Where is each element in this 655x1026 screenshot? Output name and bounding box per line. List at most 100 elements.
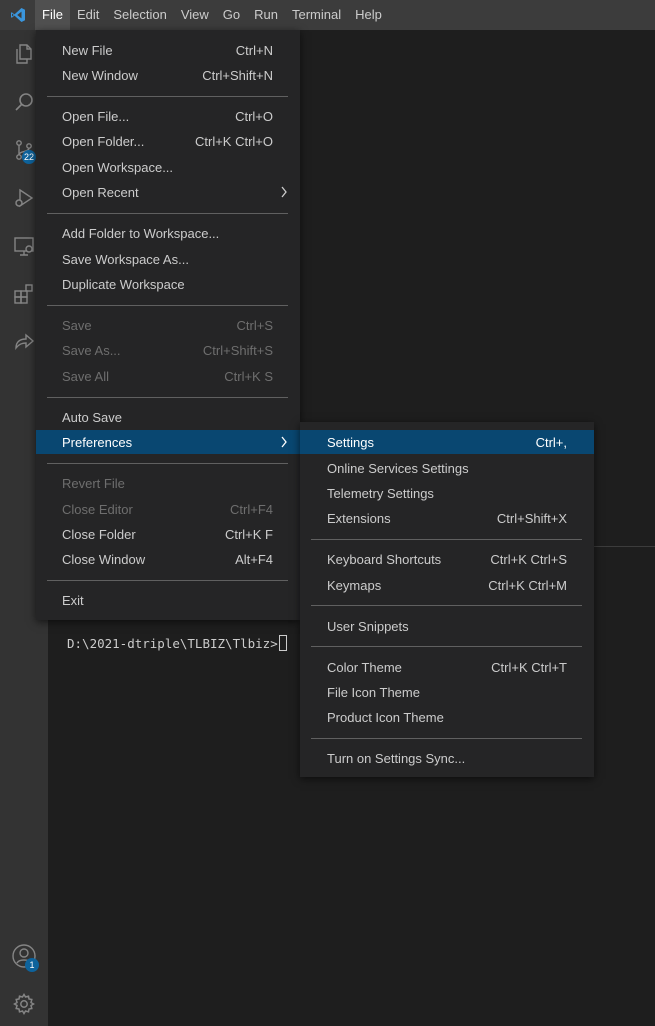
menu-item-label: Add Folder to Workspace... xyxy=(62,225,220,241)
terminal-prompt[interactable]: D:\2021-dtriple\TLBIZ\Tlbiz> xyxy=(67,635,287,651)
menu-item-label: Settings xyxy=(327,434,374,450)
menu-item-online-services-settings[interactable]: Online Services Settings xyxy=(300,456,594,480)
menu-item-label: Close Folder xyxy=(62,526,136,542)
menu-separator xyxy=(47,397,288,398)
menu-bar: File Edit Selection View Go Run Terminal… xyxy=(35,0,389,30)
menu-item-add-folder-to-workspace[interactable]: Add Folder to Workspace... xyxy=(36,221,300,245)
menu-item-label: Online Services Settings xyxy=(327,460,469,476)
menu-item-save-as: Save As... Ctrl+Shift+S xyxy=(36,338,300,362)
menu-edit[interactable]: Edit xyxy=(70,0,106,30)
menu-item-label: Revert File xyxy=(62,475,125,491)
menu-item-label: Save xyxy=(62,317,92,333)
menu-item-label: Open Recent xyxy=(62,184,139,200)
menu-item-label: Auto Save xyxy=(62,409,122,425)
menu-item-turn-on-settings-sync[interactable]: Turn on Settings Sync... xyxy=(300,746,594,770)
menu-item-shortcut: Ctrl+K Ctrl+O xyxy=(194,133,273,149)
menu-separator xyxy=(47,213,288,214)
menu-item-label: Save As... xyxy=(62,342,121,358)
menu-item-label: Telemetry Settings xyxy=(327,485,434,501)
menu-item-shortcut: Ctrl+K Ctrl+T xyxy=(491,659,567,675)
file-menu: New File Ctrl+N New Window Ctrl+Shift+N … xyxy=(36,30,300,620)
menu-separator xyxy=(311,605,582,606)
menu-item-revert-file: Revert File xyxy=(36,471,300,495)
menu-item-save-workspace-as[interactable]: Save Workspace As... xyxy=(36,247,300,271)
menu-view[interactable]: View xyxy=(174,0,216,30)
menu-item-label: User Snippets xyxy=(327,618,409,634)
menu-item-product-icon-theme[interactable]: Product Icon Theme xyxy=(300,705,594,729)
menu-separator xyxy=(47,580,288,581)
menu-terminal[interactable]: Terminal xyxy=(285,0,348,30)
scm-badge: 22 xyxy=(22,150,37,164)
menu-item-extensions[interactable]: Extensions Ctrl+Shift+X xyxy=(300,506,594,530)
menu-item-open-recent[interactable]: Open Recent xyxy=(36,180,300,204)
menu-item-open-workspace[interactable]: Open Workspace... xyxy=(36,155,300,179)
menu-run[interactable]: Run xyxy=(247,0,285,30)
menu-item-label: Open File... xyxy=(62,108,130,124)
menu-item-shortcut: Ctrl+F4 xyxy=(230,501,273,517)
menu-item-shortcut: Ctrl+Shift+X xyxy=(496,510,567,526)
menu-item-label: Product Icon Theme xyxy=(327,709,444,725)
chevron-right-icon xyxy=(280,185,288,202)
menu-item-settings[interactable]: Settings Ctrl+, xyxy=(300,430,594,454)
menu-item-shortcut: Ctrl+S xyxy=(236,317,273,333)
menu-item-label: Duplicate Workspace xyxy=(62,276,185,292)
menu-item-label: Open Folder... xyxy=(62,133,145,149)
menu-go[interactable]: Go xyxy=(216,0,247,30)
menu-file[interactable]: File xyxy=(35,0,70,30)
menu-item-auto-save[interactable]: Auto Save xyxy=(36,405,300,429)
chevron-right-icon xyxy=(280,435,288,452)
accounts-icon[interactable]: 1 xyxy=(0,932,48,980)
menu-item-open-folder[interactable]: Open Folder... Ctrl+K Ctrl+O xyxy=(36,129,300,153)
menu-item-shortcut: Ctrl+, xyxy=(535,434,567,450)
menu-item-keyboard-shortcuts[interactable]: Keyboard Shortcuts Ctrl+K Ctrl+S xyxy=(300,547,594,571)
menu-item-shortcut: Ctrl+K Ctrl+S xyxy=(490,551,567,567)
menu-item-close-folder[interactable]: Close Folder Ctrl+K F xyxy=(36,522,300,546)
menu-item-label: Keyboard Shortcuts xyxy=(327,551,442,567)
terminal-prompt-text: D:\2021-dtriple\TLBIZ\Tlbiz> xyxy=(67,635,278,651)
title-bar: File Edit Selection View Go Run Terminal… xyxy=(0,0,655,30)
menu-item-exit[interactable]: Exit xyxy=(36,588,300,612)
menu-item-shortcut: Ctrl+Shift+N xyxy=(202,67,273,83)
menu-item-label: Keymaps xyxy=(327,577,382,593)
menu-item-user-snippets[interactable]: User Snippets xyxy=(300,614,594,638)
menu-item-label: New Window xyxy=(62,67,138,83)
menu-item-shortcut: Alt+F4 xyxy=(235,551,273,567)
menu-item-save: Save Ctrl+S xyxy=(36,313,300,337)
menu-item-close-editor: Close Editor Ctrl+F4 xyxy=(36,497,300,521)
manage-gear-icon[interactable] xyxy=(0,980,48,1026)
menu-item-shortcut: Ctrl+Shift+S xyxy=(202,342,273,358)
menu-item-close-window[interactable]: Close Window Alt+F4 xyxy=(36,547,300,571)
menu-separator xyxy=(47,305,288,306)
menu-item-new-window[interactable]: New Window Ctrl+Shift+N xyxy=(36,63,300,87)
menu-item-telemetry-settings[interactable]: Telemetry Settings xyxy=(300,481,594,505)
menu-item-color-theme[interactable]: Color Theme Ctrl+K Ctrl+T xyxy=(300,655,594,679)
menu-item-shortcut: Ctrl+K F xyxy=(224,526,273,542)
menu-separator xyxy=(311,646,582,647)
menu-selection[interactable]: Selection xyxy=(106,0,173,30)
menu-item-label: Close Window xyxy=(62,551,146,567)
menu-help[interactable]: Help xyxy=(348,0,389,30)
menu-item-duplicate-workspace[interactable]: Duplicate Workspace xyxy=(36,272,300,296)
menu-item-new-file[interactable]: New File Ctrl+N xyxy=(36,38,300,62)
terminal-cursor xyxy=(278,635,287,651)
menu-item-label: Extensions xyxy=(327,510,391,526)
menu-separator xyxy=(311,539,582,540)
menu-item-file-icon-theme[interactable]: File Icon Theme xyxy=(300,680,594,704)
menu-separator xyxy=(47,463,288,464)
menu-item-label: Save Workspace As... xyxy=(62,251,189,267)
menu-item-label: Save All xyxy=(62,368,109,384)
menu-item-label: File Icon Theme xyxy=(327,684,420,700)
menu-item-label: Exit xyxy=(62,592,84,608)
menu-item-shortcut: Ctrl+K Ctrl+M xyxy=(488,577,567,593)
menu-item-preferences[interactable]: Preferences xyxy=(36,430,300,454)
accounts-badge: 1 xyxy=(25,958,39,972)
menu-item-save-all: Save All Ctrl+K S xyxy=(36,364,300,388)
menu-item-label: Close Editor xyxy=(62,501,133,517)
menu-item-open-file[interactable]: Open File... Ctrl+O xyxy=(36,104,300,128)
menu-item-label: Turn on Settings Sync... xyxy=(327,750,466,766)
menu-item-label: New File xyxy=(62,42,113,58)
preferences-submenu: Settings Ctrl+, Online Services Settings… xyxy=(300,422,594,777)
menu-item-keymaps[interactable]: Keymaps Ctrl+K Ctrl+M xyxy=(300,573,594,597)
menu-separator xyxy=(311,738,582,739)
menu-item-label: Open Workspace... xyxy=(62,159,174,175)
